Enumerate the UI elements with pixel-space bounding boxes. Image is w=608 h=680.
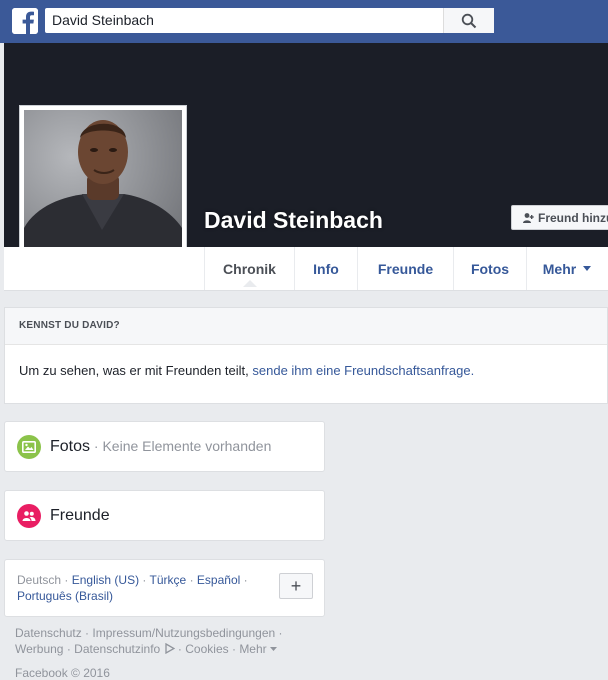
send-friend-request-link[interactable]: sende ihm eine Freundschaftsanfrage. (252, 363, 474, 378)
tab-fotos-label: Fotos (470, 260, 510, 277)
photos-card-header: Fotos · Keine Elemente vorhanden (50, 438, 271, 456)
photos-card-empty-text: Keine Elemente vorhanden (102, 438, 272, 454)
language-link-spanish[interactable]: Español (197, 573, 240, 587)
footer-link-datenschutzinfo[interactable]: Datenschutzinfo (74, 642, 160, 656)
footer-link-mehr[interactable]: Mehr (239, 642, 266, 656)
photos-card-separator: · (90, 438, 103, 454)
know-person-description: Um zu sehen, was er mit Freunden teilt, (19, 363, 253, 378)
caret-down-icon (583, 265, 592, 271)
tab-fotos[interactable]: Fotos (453, 247, 526, 290)
photos-card-title[interactable]: Fotos (50, 438, 90, 455)
tab-info[interactable]: Info (294, 247, 357, 290)
tab-mehr-label: Mehr (542, 260, 577, 277)
add-person-icon (523, 212, 534, 223)
add-friend-button[interactable]: Freund hinzu (511, 205, 608, 230)
profile-name[interactable]: David Steinbach (204, 207, 383, 234)
footer-copyright: Facebook © 2016 (15, 666, 110, 680)
languages-row-2: Português (Brasil) (17, 589, 113, 603)
languages-card: Deutsch · English (US) · Türkçe · Españo… (4, 559, 325, 617)
footer-link-impressum[interactable]: Impressum/Nutzungsbedingungen (92, 626, 275, 640)
tab-chronik-label: Chronik (223, 260, 276, 277)
know-person-text: Um zu sehen, was er mit Freunden teilt, … (5, 345, 607, 378)
know-person-heading: KENNST DU DAVID? (5, 308, 607, 345)
footer-link-datenschutz[interactable]: Datenschutz (15, 626, 82, 640)
footer-row-2: Werbung · Datenschutzinfo · Cookies · Me… (15, 642, 277, 656)
tab-info-label: Info (313, 260, 339, 277)
footer-link-cookies[interactable]: Cookies (185, 642, 228, 656)
tab-freunde-label: Freunde (377, 260, 434, 277)
caret-down-icon (270, 647, 277, 651)
facebook-logo-icon[interactable] (12, 8, 38, 34)
profile-picture[interactable] (24, 110, 182, 266)
add-friend-label: Freund hinzu (538, 210, 608, 225)
language-link-english[interactable]: English (US) (72, 573, 139, 587)
search-icon (461, 13, 477, 28)
languages-row-1: Deutsch · English (US) · Türkçe · Españo… (17, 573, 248, 587)
profile-nav: Chronik Info Freunde Fotos Mehr (4, 247, 608, 291)
photo-icon (17, 435, 41, 459)
search-button[interactable] (443, 8, 494, 33)
top-bar: David Steinbach (0, 0, 608, 43)
adchoices-icon[interactable] (164, 642, 175, 655)
tab-mehr[interactable]: Mehr (526, 247, 608, 290)
more-languages-button[interactable]: + (279, 573, 313, 599)
friends-card-title[interactable]: Freunde (50, 507, 110, 525)
active-tab-indicator (243, 280, 257, 287)
language-link-turkish[interactable]: Türkçe (150, 573, 187, 587)
language-current: Deutsch (17, 573, 62, 587)
people-icon (17, 504, 41, 528)
language-link-portuguese[interactable]: Português (Brasil) (17, 589, 113, 603)
friends-card[interactable]: Freunde (4, 490, 325, 541)
tab-freunde[interactable]: Freunde (357, 247, 453, 290)
footer-row-1: Datenschutz · Impressum/Nutzungsbedingun… (15, 626, 283, 640)
search-bar[interactable]: David Steinbach (45, 8, 494, 33)
photos-card[interactable]: Fotos · Keine Elemente vorhanden (4, 421, 325, 472)
know-person-box: KENNST DU DAVID? Um zu sehen, was er mit… (4, 307, 608, 404)
search-input[interactable]: David Steinbach (52, 12, 154, 28)
footer-link-werbung[interactable]: Werbung (15, 642, 63, 656)
